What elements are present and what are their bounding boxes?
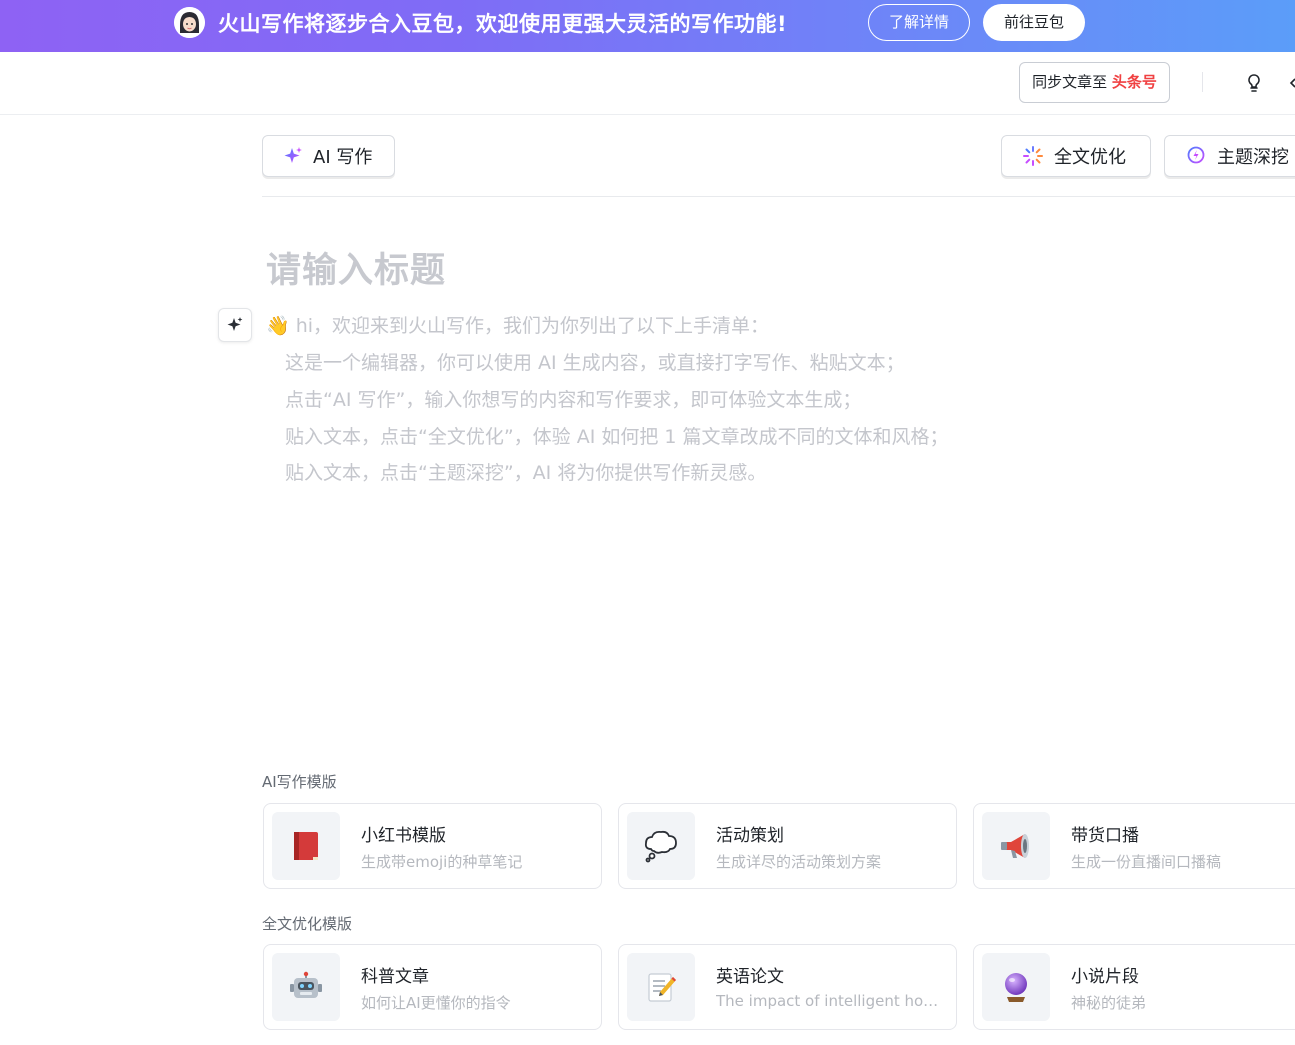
ai-templates-heading: AI写作模版: [262, 773, 337, 791]
template-card-novel-excerpt[interactable]: 小说片段 神秘的徒弟: [973, 944, 1295, 1030]
template-card-xiaohongshu[interactable]: 小红书模版 生成带emoji的种草笔记: [263, 803, 602, 889]
template-card-event-plan[interactable]: 活动策划 生成详尽的活动策划方案: [618, 803, 957, 889]
template-desc: 神秘的徒弟: [1071, 994, 1147, 1012]
full-optimize-label: 全文优化: [1054, 147, 1126, 168]
burst-icon: [1023, 146, 1043, 166]
template-title: 科普文章: [361, 967, 429, 987]
lightbulb-icon[interactable]: [1242, 71, 1266, 95]
template-desc: 生成详尽的活动策划方案: [716, 853, 882, 871]
template-card-popular-science[interactable]: 科普文章 如何让AI更懂你的指令: [263, 944, 602, 1030]
full-optimize-button[interactable]: 全文优化: [1001, 135, 1151, 177]
guide-line[interactable]: 这是一个编辑器，你可以使用 AI 生成内容，或直接打字写作、粘贴文本；: [285, 349, 905, 377]
toutiao-brand: 头条号: [1111, 73, 1157, 91]
template-title: 英语论文: [716, 967, 784, 987]
guide-intro[interactable]: 👋 hi，欢迎来到火山写作，我们为你列出了以下上手清单：: [266, 312, 769, 340]
guide-line[interactable]: 贴入文本，点击“主题深挖”，AI 将为你提供写作新灵感。: [285, 459, 766, 487]
megaphone-icon: [982, 812, 1050, 880]
template-desc: The impact of intelligent hou…: [716, 992, 946, 1010]
crystal-ball-icon: [982, 953, 1050, 1021]
template-desc: 生成一份直播间口播稿: [1071, 853, 1222, 871]
template-title: 小红书模版: [361, 826, 446, 846]
topic-dig-label: 主题深挖: [1217, 147, 1289, 168]
guide-line[interactable]: 贴入文本，点击“全文优化”，体验 AI 如何把 1 篇文章改成不同的文体和风格；: [285, 423, 949, 451]
template-title: 小说片段: [1071, 967, 1139, 987]
sync-label: 同步文章至: [1032, 73, 1108, 91]
red-book-icon: [272, 812, 340, 880]
sparkle-icon: [284, 147, 302, 163]
sync-article-button[interactable]: 同步文章至 头条号: [1019, 62, 1170, 103]
guide-line[interactable]: 点击“AI 写作”，输入你想写的内容和写作要求，即可体验文本生成；: [285, 386, 861, 414]
robot-icon: [272, 953, 340, 1021]
waving-hand-icon: 👋: [266, 315, 290, 337]
ai-write-label: AI 写作: [313, 147, 373, 168]
template-title: 带货口播: [1071, 826, 1139, 846]
thought-bubble-icon: [627, 812, 695, 880]
title-input[interactable]: 请输入标题: [266, 242, 446, 293]
bulb-bolt-icon: [1187, 146, 1205, 166]
chevron-left-icon[interactable]: [1286, 71, 1295, 95]
optimize-templates-heading: 全文优化模版: [262, 915, 353, 933]
template-desc: 生成带emoji的种草笔记: [361, 853, 523, 871]
template-card-live-sales[interactable]: 带货口播 生成一份直播间口播稿: [973, 803, 1295, 889]
go-doubao-button[interactable]: 前往豆包: [983, 4, 1085, 41]
header-divider: [1202, 72, 1203, 92]
top-header: 同步文章至 头条号: [0, 52, 1295, 115]
memo-icon: [627, 953, 695, 1021]
avatar: [174, 7, 205, 38]
guide-intro-text: hi，欢迎来到火山写作，我们为你列出了以下上手清单：: [295, 315, 770, 337]
template-card-english-paper[interactable]: 英语论文 The impact of intelligent hou…: [618, 944, 957, 1030]
ai-write-button[interactable]: AI 写作: [262, 135, 395, 177]
announcement-banner: 火山写作将逐步合入豆包，欢迎使用更强大灵活的写作功能! 了解详情 前往豆包: [0, 0, 1295, 52]
sparkle-icon: [227, 317, 243, 331]
template-desc: 如何让AI更懂你的指令: [361, 994, 511, 1012]
learn-more-button[interactable]: 了解详情: [868, 4, 970, 41]
ai-assist-button[interactable]: [218, 308, 252, 342]
toolbar-divider: [262, 196, 1295, 197]
template-title: 活动策划: [716, 826, 784, 846]
banner-message: 火山写作将逐步合入豆包，欢迎使用更强大灵活的写作功能!: [218, 12, 788, 36]
topic-dig-button[interactable]: 主题深挖: [1164, 135, 1295, 177]
